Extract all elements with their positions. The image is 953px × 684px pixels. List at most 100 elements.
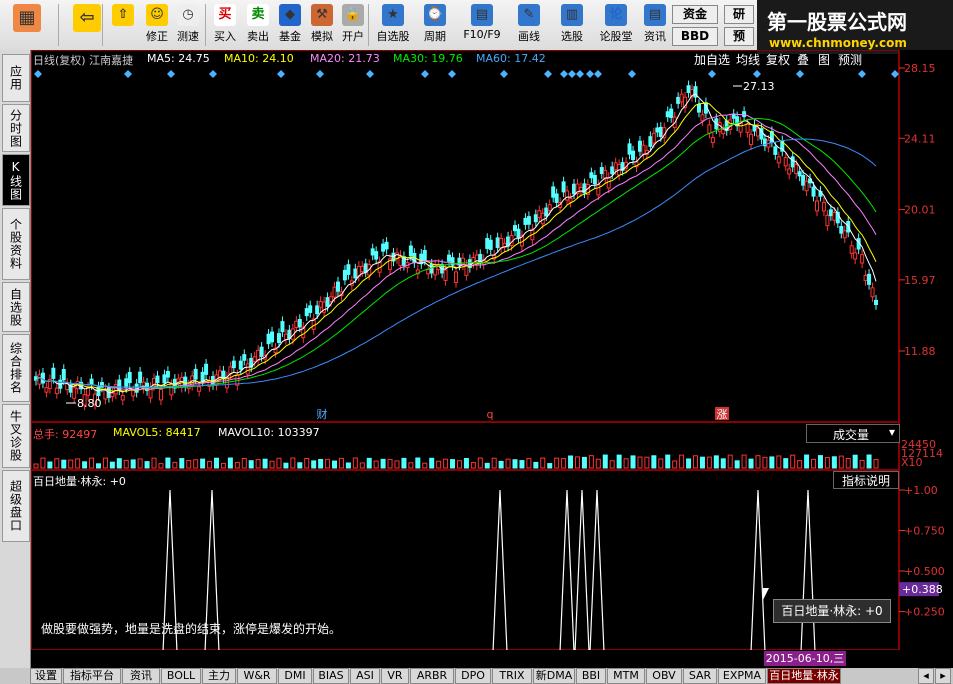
mavol10-label: MAVOL10: 103397 xyxy=(218,426,320,439)
bottom-tab-5[interactable]: W&R xyxy=(237,668,277,684)
news-icon: ▤ xyxy=(644,4,666,26)
forum-icon: 论 xyxy=(605,4,627,26)
toolbar-button-6[interactable]: 卖卖出 xyxy=(243,2,273,48)
bottom-tab-4[interactable]: 主力 xyxy=(202,668,236,684)
toolbar-button-label: 开户 xyxy=(342,30,364,43)
scroll-right-icon[interactable]: ▸ xyxy=(935,668,951,684)
site-banner: 第一股票公式网 www.chnmoney.com xyxy=(757,0,953,54)
bottom-tab-13[interactable]: 新DMA xyxy=(533,668,575,684)
chart-menu-item-0[interactable]: 加自选 xyxy=(694,51,730,68)
volume-axis xyxy=(899,422,953,470)
bottom-tab-7[interactable]: BIAS xyxy=(313,668,349,684)
toolbar-button-7[interactable]: ◆ 基金 xyxy=(275,2,305,48)
chart-menu-item-5[interactable]: 预测 xyxy=(838,51,862,68)
cursor-icon xyxy=(763,588,769,600)
bottom-tab-15[interactable]: MTM xyxy=(607,668,645,684)
side-tab-1[interactable]: 分时图 xyxy=(2,104,30,152)
research-button[interactable]: 研 xyxy=(724,5,754,24)
toolbar-button-label: 买入 xyxy=(214,30,236,43)
bottom-tab-9[interactable]: VR xyxy=(381,668,409,684)
toolbar-button-13[interactable]: ✎ 画线 xyxy=(508,2,550,48)
bottom-tab-6[interactable]: DMI xyxy=(278,668,312,684)
toolbar-button-16[interactable]: ▤ 资讯 xyxy=(640,2,670,48)
toolbar-button-label: 选股 xyxy=(561,30,583,43)
up-arrow-icon: ⇧ xyxy=(112,4,134,26)
bottom-tab-11[interactable]: DPO xyxy=(455,668,491,684)
banner-title: 第一股票公式网 xyxy=(767,10,907,34)
bottom-tab-8[interactable]: ASI xyxy=(350,668,380,684)
toolbar-button-label: F10/F9 xyxy=(463,28,501,41)
chart-menu-item-4[interactable]: 图 xyxy=(818,51,830,68)
chevron-down-icon: ▾ xyxy=(888,425,895,439)
toolbar-button-label: 周期 xyxy=(424,30,446,43)
toolbar-icon-button-1[interactable]: ⇦ xyxy=(70,2,104,48)
indicator-explain-button[interactable]: 指标说明 xyxy=(833,471,899,489)
grid-icon: ▦ xyxy=(13,4,41,32)
pen-icon: ✎ xyxy=(518,4,540,26)
side-tab-6[interactable]: 牛叉诊股 xyxy=(2,404,30,468)
side-tab-7[interactable]: 超级盘口 xyxy=(2,470,30,542)
toolbar-separator xyxy=(58,4,59,46)
bottom-tab-18[interactable]: EXPMA xyxy=(718,668,766,684)
toolbar-button-14[interactable]: ▥ 选股 xyxy=(553,2,591,48)
toolbar-icon-button-2[interactable]: ⇧ xyxy=(108,2,138,48)
side-tab-5[interactable]: 综合排名 xyxy=(2,334,30,402)
price-stock-label: 日线(复权) 江南嘉捷 xyxy=(33,54,134,67)
cursor-date: 2015-06-10,三 xyxy=(764,651,846,666)
buy-icon: 买 xyxy=(214,4,236,26)
forecast-button[interactable]: 预 xyxy=(724,27,754,46)
bottom-tab-0[interactable]: 设置 xyxy=(30,668,62,684)
f10-icon: ▤ xyxy=(471,4,493,26)
toolbar-button-4[interactable]: ◷ 测速 xyxy=(173,2,203,48)
bottom-tab-bar: 设置 指标平台 资讯 BOLL 主力 W&R DMI BIAS ASI VR ARBR DPO TRIX… xyxy=(0,668,953,684)
toolbar-button-12[interactable]: ▤ F10/F9 xyxy=(460,2,504,48)
toolbar-button-label: 基金 xyxy=(279,30,301,43)
side-tab-4[interactable]: 自选股 xyxy=(2,282,30,332)
toolbar-separator xyxy=(205,4,206,46)
select-icon: ▥ xyxy=(561,4,583,26)
clock-icon: ◷ xyxy=(177,4,199,26)
toolbar-button-11[interactable]: ⌚ 周期 xyxy=(416,2,454,48)
toolbar-button-8[interactable]: ⚒ 模拟 xyxy=(307,2,337,48)
bbd-button[interactable]: BBD xyxy=(672,27,718,46)
toolbar-separator xyxy=(368,4,369,46)
bottom-tab-17[interactable]: SAR xyxy=(683,668,717,684)
bottom-tab-14[interactable]: BBI xyxy=(576,668,606,684)
toolbar-button-label: 修正 xyxy=(146,30,168,43)
toolbar-button-label: 测速 xyxy=(177,30,199,43)
indicator-title: 百日地量·林永: +0 xyxy=(33,475,126,488)
fund-dropdown[interactable]: 资金 xyxy=(672,5,718,24)
bottom-tab-1[interactable]: 指标平台 xyxy=(63,668,121,684)
toolbar-button-label: 资讯 xyxy=(644,30,666,43)
side-tab-3[interactable]: 个股资料 xyxy=(2,208,30,280)
star-icon: ★ xyxy=(382,4,404,26)
bottom-tab-10[interactable]: ARBR xyxy=(410,668,454,684)
chart-menu-item-2[interactable]: 复权 xyxy=(766,51,790,68)
period-icon: ⌚ xyxy=(424,4,446,26)
bottom-tab-3[interactable]: BOLL xyxy=(161,668,201,684)
toolbar-button-label: 论股堂 xyxy=(599,30,633,43)
ma5-label: MA5: 24.75 xyxy=(147,52,210,65)
volume-dropdown[interactable]: 成交量 ▾ xyxy=(806,424,900,443)
toolbar-button-label: 模拟 xyxy=(311,30,333,43)
toolbar-icon-button-0[interactable]: ▦ xyxy=(10,2,44,48)
ma60-label: MA60: 17.42 xyxy=(476,52,546,65)
bottom-tab-16[interactable]: OBV xyxy=(646,668,682,684)
indicator-axis xyxy=(899,470,953,650)
bottom-tab-12[interactable]: TRIX xyxy=(492,668,532,684)
toolbar-button-10[interactable]: ★ 自选股 xyxy=(373,2,413,48)
price-axis xyxy=(899,50,953,422)
chart-menu-item-1[interactable]: 均线 xyxy=(736,51,760,68)
toolbar-button-5[interactable]: 买买入 xyxy=(210,2,240,48)
bottom-tab-2[interactable]: 资讯 xyxy=(122,668,160,684)
ma10-label: MA10: 24.10 xyxy=(224,52,294,65)
scroll-left-icon[interactable]: ◂ xyxy=(918,668,934,684)
toolbar-button-3[interactable]: ☺ 修正 xyxy=(142,2,172,48)
toolbar-button-9[interactable]: 🔒 开户 xyxy=(338,2,368,48)
toolbar-button-15[interactable]: 论论股堂 xyxy=(595,2,637,48)
side-tab-0[interactable]: 应用 xyxy=(2,54,30,102)
side-tab-2[interactable]: K线图 xyxy=(2,154,30,206)
tooltip-text: 百日地量·林永: +0 xyxy=(781,604,883,618)
bottom-tab-19[interactable]: 百日地量·林永 xyxy=(767,668,841,684)
chart-menu-item-3[interactable]: 叠 xyxy=(797,51,809,68)
